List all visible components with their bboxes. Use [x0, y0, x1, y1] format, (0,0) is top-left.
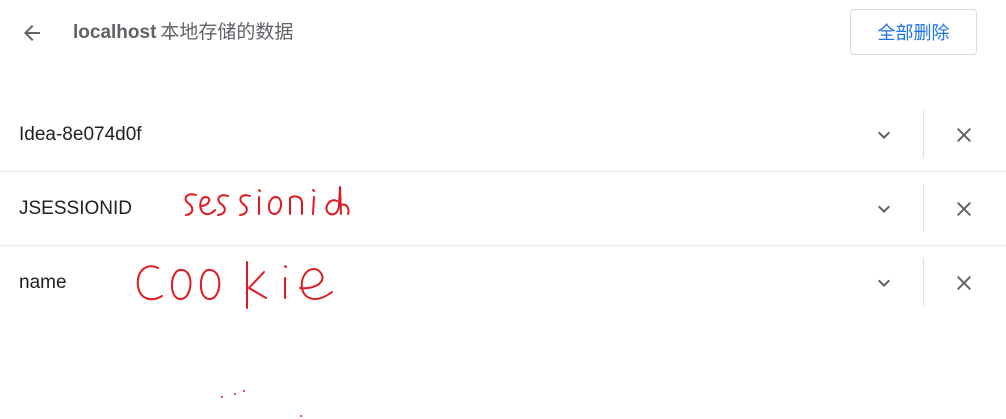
row-divider	[923, 258, 924, 306]
site-data-page: localhost 本地存储的数据 全部删除 Idea-8e074d0f JSES…	[0, 0, 1006, 419]
close-icon	[957, 202, 971, 216]
close-icon	[957, 276, 971, 290]
expand-button[interactable]	[866, 117, 902, 153]
close-icon	[957, 128, 971, 142]
page-header: localhost 本地存储的数据 全部删除	[0, 0, 1006, 66]
cookie-name: name	[19, 272, 67, 293]
chevron-down-icon	[878, 205, 890, 213]
remove-all-button[interactable]: 全部删除	[850, 9, 977, 55]
row-divider	[923, 184, 924, 232]
cookie-name: Idea-8e074d0f	[19, 124, 142, 145]
delete-button[interactable]	[946, 265, 982, 301]
cookie-name: JSESSIONID	[19, 198, 132, 219]
arrow-back-icon	[24, 25, 40, 41]
page-title: localhost 本地存储的数据	[73, 20, 293, 46]
chevron-down-icon	[878, 131, 890, 139]
delete-button[interactable]	[946, 117, 982, 153]
delete-button[interactable]	[946, 191, 982, 227]
expand-button[interactable]	[866, 191, 902, 227]
row-divider	[923, 110, 924, 158]
title-suffix: 本地存储的数据	[160, 22, 294, 43]
annotation-specks	[221, 390, 302, 417]
cookie-row: JSESSIONID	[0, 172, 1006, 246]
cookie-list: Idea-8e074d0f JSESSIONID name	[0, 98, 1006, 319]
back-button[interactable]	[14, 15, 50, 51]
cookie-row: name	[0, 246, 1006, 319]
host-name: localhost	[73, 22, 157, 43]
chevron-down-icon	[878, 279, 890, 287]
expand-button[interactable]	[866, 265, 902, 301]
cookie-row: Idea-8e074d0f	[0, 98, 1006, 172]
